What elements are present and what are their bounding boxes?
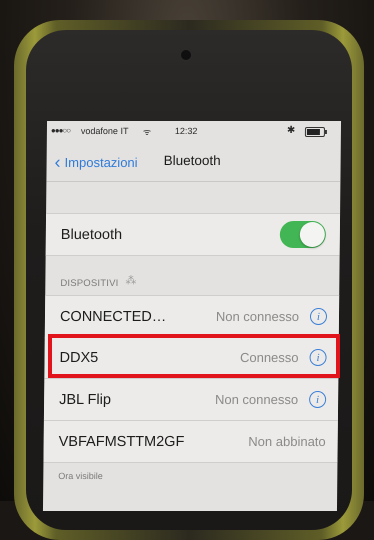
device-row[interactable]: VBFAFMSTTM2GF Non abbinato	[43, 421, 338, 463]
back-label: Impostazioni	[64, 154, 138, 170]
device-row[interactable]: CONNECTED… Non connesso i	[44, 295, 340, 338]
page-title: Bluetooth	[163, 153, 221, 168]
status-bar: ●●●○○ vodafone IT ᯤ 12:32 ✱	[47, 121, 341, 141]
device-status: Non abbinato	[248, 434, 326, 449]
chevron-left-icon: ‹	[54, 152, 61, 172]
visibility-note: Ora visibile	[58, 471, 103, 481]
device-name: CONNECTED…	[59, 308, 167, 325]
back-button[interactable]: ‹ Impostazioni	[55, 152, 138, 172]
battery-icon	[304, 127, 325, 137]
device-row[interactable]: JBL Flip Non connesso i	[43, 379, 339, 421]
device-name: VBFAFMSTTM2GF	[58, 433, 185, 450]
bluetooth-toggle-switch[interactable]	[279, 221, 326, 248]
scanning-spinner-icon: ⁂	[125, 275, 137, 287]
bluetooth-toggle-row: Bluetooth	[45, 213, 341, 256]
highlight-annotation-box	[48, 334, 340, 378]
device-status: Non connesso	[215, 309, 300, 324]
carrier-label: vodafone IT	[80, 126, 129, 136]
devices-section-header: DISPOSITIVI	[60, 278, 119, 289]
signal-strength-icon: ●●●○○	[50, 126, 71, 135]
bluetooth-status-icon: ✱	[286, 125, 296, 136]
clock: 12:32	[174, 126, 198, 136]
wifi-icon: ᯤ	[142, 127, 152, 137]
phone-screen: ●●●○○ vodafone IT ᯤ 12:32 ✱ ‹ Impostazio…	[42, 121, 342, 511]
device-name: JBL Flip	[59, 391, 112, 408]
bluetooth-toggle-label: Bluetooth	[60, 226, 123, 243]
device-status: Non connesso	[214, 392, 299, 407]
info-icon[interactable]: i	[309, 391, 327, 408]
info-icon[interactable]: i	[309, 308, 328, 325]
navigation-bar: ‹ Impostazioni Bluetooth	[46, 141, 341, 182]
toggle-knob	[299, 222, 325, 247]
front-camera	[181, 50, 191, 60]
